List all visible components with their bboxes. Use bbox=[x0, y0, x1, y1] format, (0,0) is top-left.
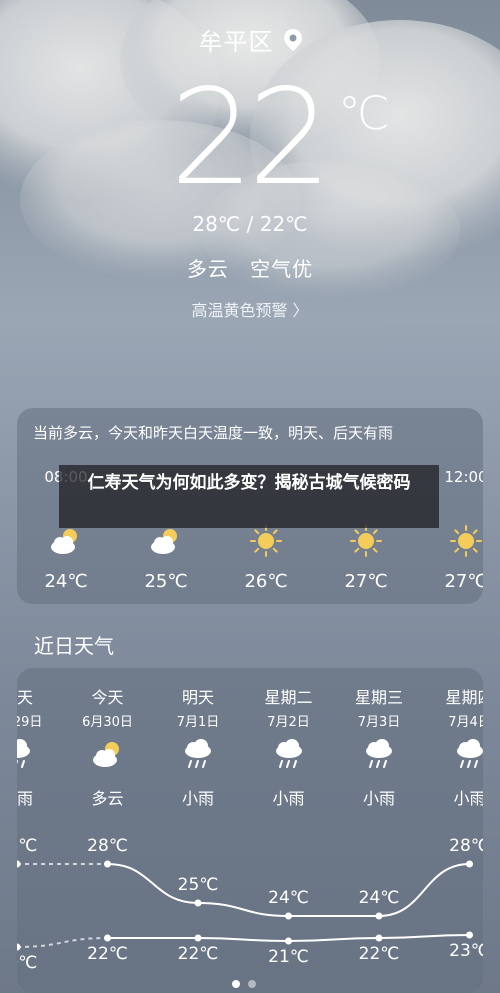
high-temp-point bbox=[375, 912, 383, 920]
rain-icon bbox=[17, 739, 30, 768]
day-date: 7月1日 bbox=[176, 715, 220, 730]
day-condition: 小雨 bbox=[272, 789, 305, 808]
low-temp-segment bbox=[197, 937, 289, 942]
hour-temp: 25℃ bbox=[144, 571, 188, 592]
day-date: 7月3日 bbox=[357, 715, 401, 730]
partly-cloudy-icon bbox=[51, 529, 77, 554]
day-icon-wrap bbox=[361, 736, 397, 772]
partly-cloudy-icon bbox=[92, 742, 119, 767]
low-temp-segment bbox=[378, 934, 470, 939]
hour-icon-wrap bbox=[48, 523, 84, 559]
day-condition: 小雨 bbox=[362, 789, 395, 808]
hour-temp: 27℃ bbox=[344, 571, 388, 592]
hour-temp: 26℃ bbox=[244, 571, 288, 592]
sun-icon bbox=[250, 525, 282, 557]
hour-icon-wrap bbox=[348, 523, 384, 559]
low-temp-point bbox=[466, 931, 473, 939]
sun-icon bbox=[450, 525, 482, 557]
sun-icon bbox=[350, 525, 382, 557]
hour-temp: 27℃ bbox=[444, 571, 483, 592]
day-name: 明天 bbox=[181, 688, 214, 707]
day-high-temp: 24℃ bbox=[268, 888, 309, 908]
day-name: 今天 bbox=[91, 688, 124, 707]
temperature-unit: ℃ bbox=[338, 86, 390, 140]
hour-icon-wrap bbox=[148, 523, 184, 559]
rain-icon bbox=[185, 739, 211, 768]
high-temp-point bbox=[194, 899, 202, 907]
day-icon-wrap bbox=[17, 736, 35, 772]
day-date: 6月29日 bbox=[17, 715, 43, 730]
day-high-temp: 28℃ bbox=[87, 836, 128, 856]
page-dot[interactable] bbox=[232, 980, 240, 988]
high-temp-point bbox=[17, 860, 21, 868]
hour-temp: 24℃ bbox=[44, 571, 88, 592]
day-low-temp: 19℃ bbox=[17, 953, 38, 973]
location-pin-icon bbox=[283, 28, 302, 51]
rain-icon bbox=[456, 739, 483, 768]
location-name: 牟平区 bbox=[198, 28, 274, 56]
day-high-temp: 24℃ bbox=[358, 888, 400, 908]
low-temp-point bbox=[17, 943, 21, 951]
air-quality-text[interactable]: 空气优 bbox=[250, 257, 313, 281]
condition-text: 多云 bbox=[186, 257, 229, 281]
day-icon-wrap bbox=[271, 736, 307, 772]
low-temp-point bbox=[104, 934, 111, 942]
day-icon-wrap bbox=[90, 736, 126, 772]
high-temp-point bbox=[104, 860, 111, 868]
day-low-temp: 23℃ bbox=[449, 941, 483, 961]
high-temp-point bbox=[285, 912, 292, 920]
day-low-temp: 22℃ bbox=[177, 944, 219, 964]
day-name: 星期四 bbox=[445, 688, 483, 707]
high-temp-point bbox=[466, 860, 473, 868]
condition-line: 多云 空气优 bbox=[0, 253, 500, 282]
day-condition: 多云 bbox=[91, 789, 124, 808]
day-date: 7月4日 bbox=[448, 715, 483, 730]
hour-icon-wrap bbox=[248, 523, 284, 559]
page-indicator[interactable] bbox=[232, 980, 256, 988]
low-temp-point bbox=[285, 937, 292, 945]
day-low-temp: 21℃ bbox=[268, 947, 309, 967]
day-icon-wrap bbox=[180, 736, 216, 772]
day-high-temp: 28℃ bbox=[449, 836, 483, 856]
current-temperature: 22 bbox=[170, 61, 332, 215]
recent-weather-title: 近日天气 bbox=[34, 634, 114, 658]
day-name: 星期二 bbox=[264, 688, 313, 707]
day-condition: 小雨 bbox=[453, 789, 483, 808]
day-icon-wrap bbox=[452, 736, 484, 772]
forecast-summary: 当前多云，今天和昨天白天温度一致，明天、后天有雨 bbox=[33, 424, 394, 442]
day-low-temp: 22℃ bbox=[87, 944, 128, 964]
news-headline-overlay[interactable]: 仁寿天气为何如此多变？揭秘古城气候密码 bbox=[59, 465, 439, 528]
low-temp-segment bbox=[288, 937, 380, 942]
location-header[interactable]: 牟平区 bbox=[0, 22, 500, 57]
page-dot[interactable] bbox=[248, 980, 256, 988]
day-high-temp: 25℃ bbox=[177, 875, 219, 895]
hour-icon-wrap bbox=[448, 523, 483, 559]
low-temp-point bbox=[375, 934, 383, 942]
day-date: 7月2日 bbox=[267, 715, 310, 730]
daily-forecast-card[interactable]: 昨天 6月29日小雨 今天 6月30日多云 明天 7月1日小雨 星期二 7月2日小雨 星期三 7月… bbox=[17, 668, 483, 993]
temperature-range: 28℃ / 22℃ bbox=[192, 212, 308, 236]
day-date: 6月30日 bbox=[82, 715, 133, 730]
day-condition: 小雨 bbox=[17, 789, 33, 808]
day-condition: 小雨 bbox=[181, 789, 214, 808]
rain-icon bbox=[275, 739, 302, 768]
day-name: 昨天 bbox=[17, 688, 33, 707]
low-temp-point bbox=[194, 934, 202, 942]
day-name: 星期三 bbox=[354, 688, 403, 707]
day-low-temp: 22℃ bbox=[358, 944, 400, 964]
rain-icon bbox=[366, 739, 392, 768]
day-high-temp: 28℃ bbox=[17, 836, 38, 856]
weather-alert-link[interactable]: 高温黄色预警 〉 bbox=[0, 297, 500, 321]
partly-cloudy-icon bbox=[151, 529, 177, 554]
